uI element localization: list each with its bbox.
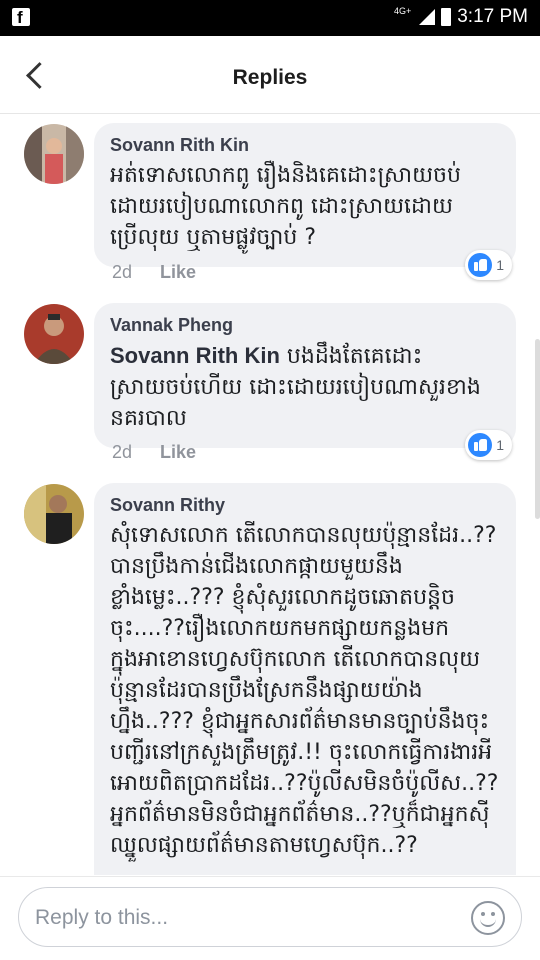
thumbs-up-icon bbox=[468, 253, 493, 277]
like-button[interactable]: Like bbox=[160, 262, 196, 283]
comment-author[interactable]: Sovann Rithy bbox=[110, 495, 500, 516]
avatar[interactable] bbox=[24, 124, 84, 184]
comment-actions: 2d Like bbox=[112, 442, 196, 463]
comment-author[interactable]: Vannak Pheng bbox=[110, 315, 500, 336]
comment-text: Sovann Rith Kin បងដឹងតែគេដោះស្រាយចប់ហើយ … bbox=[110, 340, 500, 434]
status-bar: f 4G+ 3:17 PM bbox=[0, 0, 540, 36]
comment-text: សុំទោសលោក តើលោកបានលុយប៉ុន្មានដែរ..??បានប… bbox=[110, 523, 499, 858]
reaction-count: 1 bbox=[496, 257, 504, 273]
scrollbar[interactable] bbox=[535, 339, 540, 519]
reply-field[interactable] bbox=[18, 887, 522, 947]
replies-header: Replies bbox=[0, 36, 540, 114]
comment-bubble[interactable]: Vannak Pheng Sovann Rith Kin បងដឹងតែគេដោ… bbox=[94, 303, 516, 448]
replies-thread[interactable]: Sovann Rith Kin អត់ទោសលោកពូ រឿងនិងគេដោះស… bbox=[0, 115, 540, 875]
like-button[interactable]: Like bbox=[160, 442, 196, 463]
smiley-icon[interactable] bbox=[471, 901, 505, 935]
reply-input[interactable] bbox=[35, 902, 455, 934]
network-type: 4G+ bbox=[393, 6, 412, 16]
reaction-count: 1 bbox=[496, 437, 504, 453]
facebook-icon: f bbox=[12, 8, 30, 27]
comment-bubble[interactable]: Sovann Rithy សុំទោសលោក តើលោកបានលុយប៉ុន្ម… bbox=[94, 483, 516, 875]
reaction-badge[interactable]: 1 bbox=[465, 430, 512, 460]
avatar[interactable] bbox=[24, 484, 84, 544]
battery-icon bbox=[441, 8, 452, 26]
comment-time: 2d bbox=[112, 262, 133, 282]
page-title: Replies bbox=[232, 66, 308, 89]
signal-icon bbox=[417, 8, 436, 26]
avatar[interactable] bbox=[24, 304, 84, 364]
thumbs-up-icon bbox=[468, 433, 493, 457]
clock: 3:17 PM bbox=[457, 6, 528, 27]
reply-composer bbox=[0, 876, 540, 960]
mention-link[interactable]: Sovann Rith Kin bbox=[110, 343, 280, 368]
comment-author[interactable]: Sovann Rith Kin bbox=[110, 135, 500, 156]
comment-text: អត់ទោសលោកពូ រឿងនិងគេដោះស្រាយចប់ដោយរបៀបណា… bbox=[110, 163, 461, 250]
comment-bubble[interactable]: Sovann Rith Kin អត់ទោសលោកពូ រឿងនិងគេដោះស… bbox=[94, 123, 516, 267]
comment-actions: 2d Like bbox=[112, 262, 196, 283]
reaction-badge[interactable]: 1 bbox=[465, 250, 512, 280]
comment-time: 2d bbox=[112, 442, 133, 462]
